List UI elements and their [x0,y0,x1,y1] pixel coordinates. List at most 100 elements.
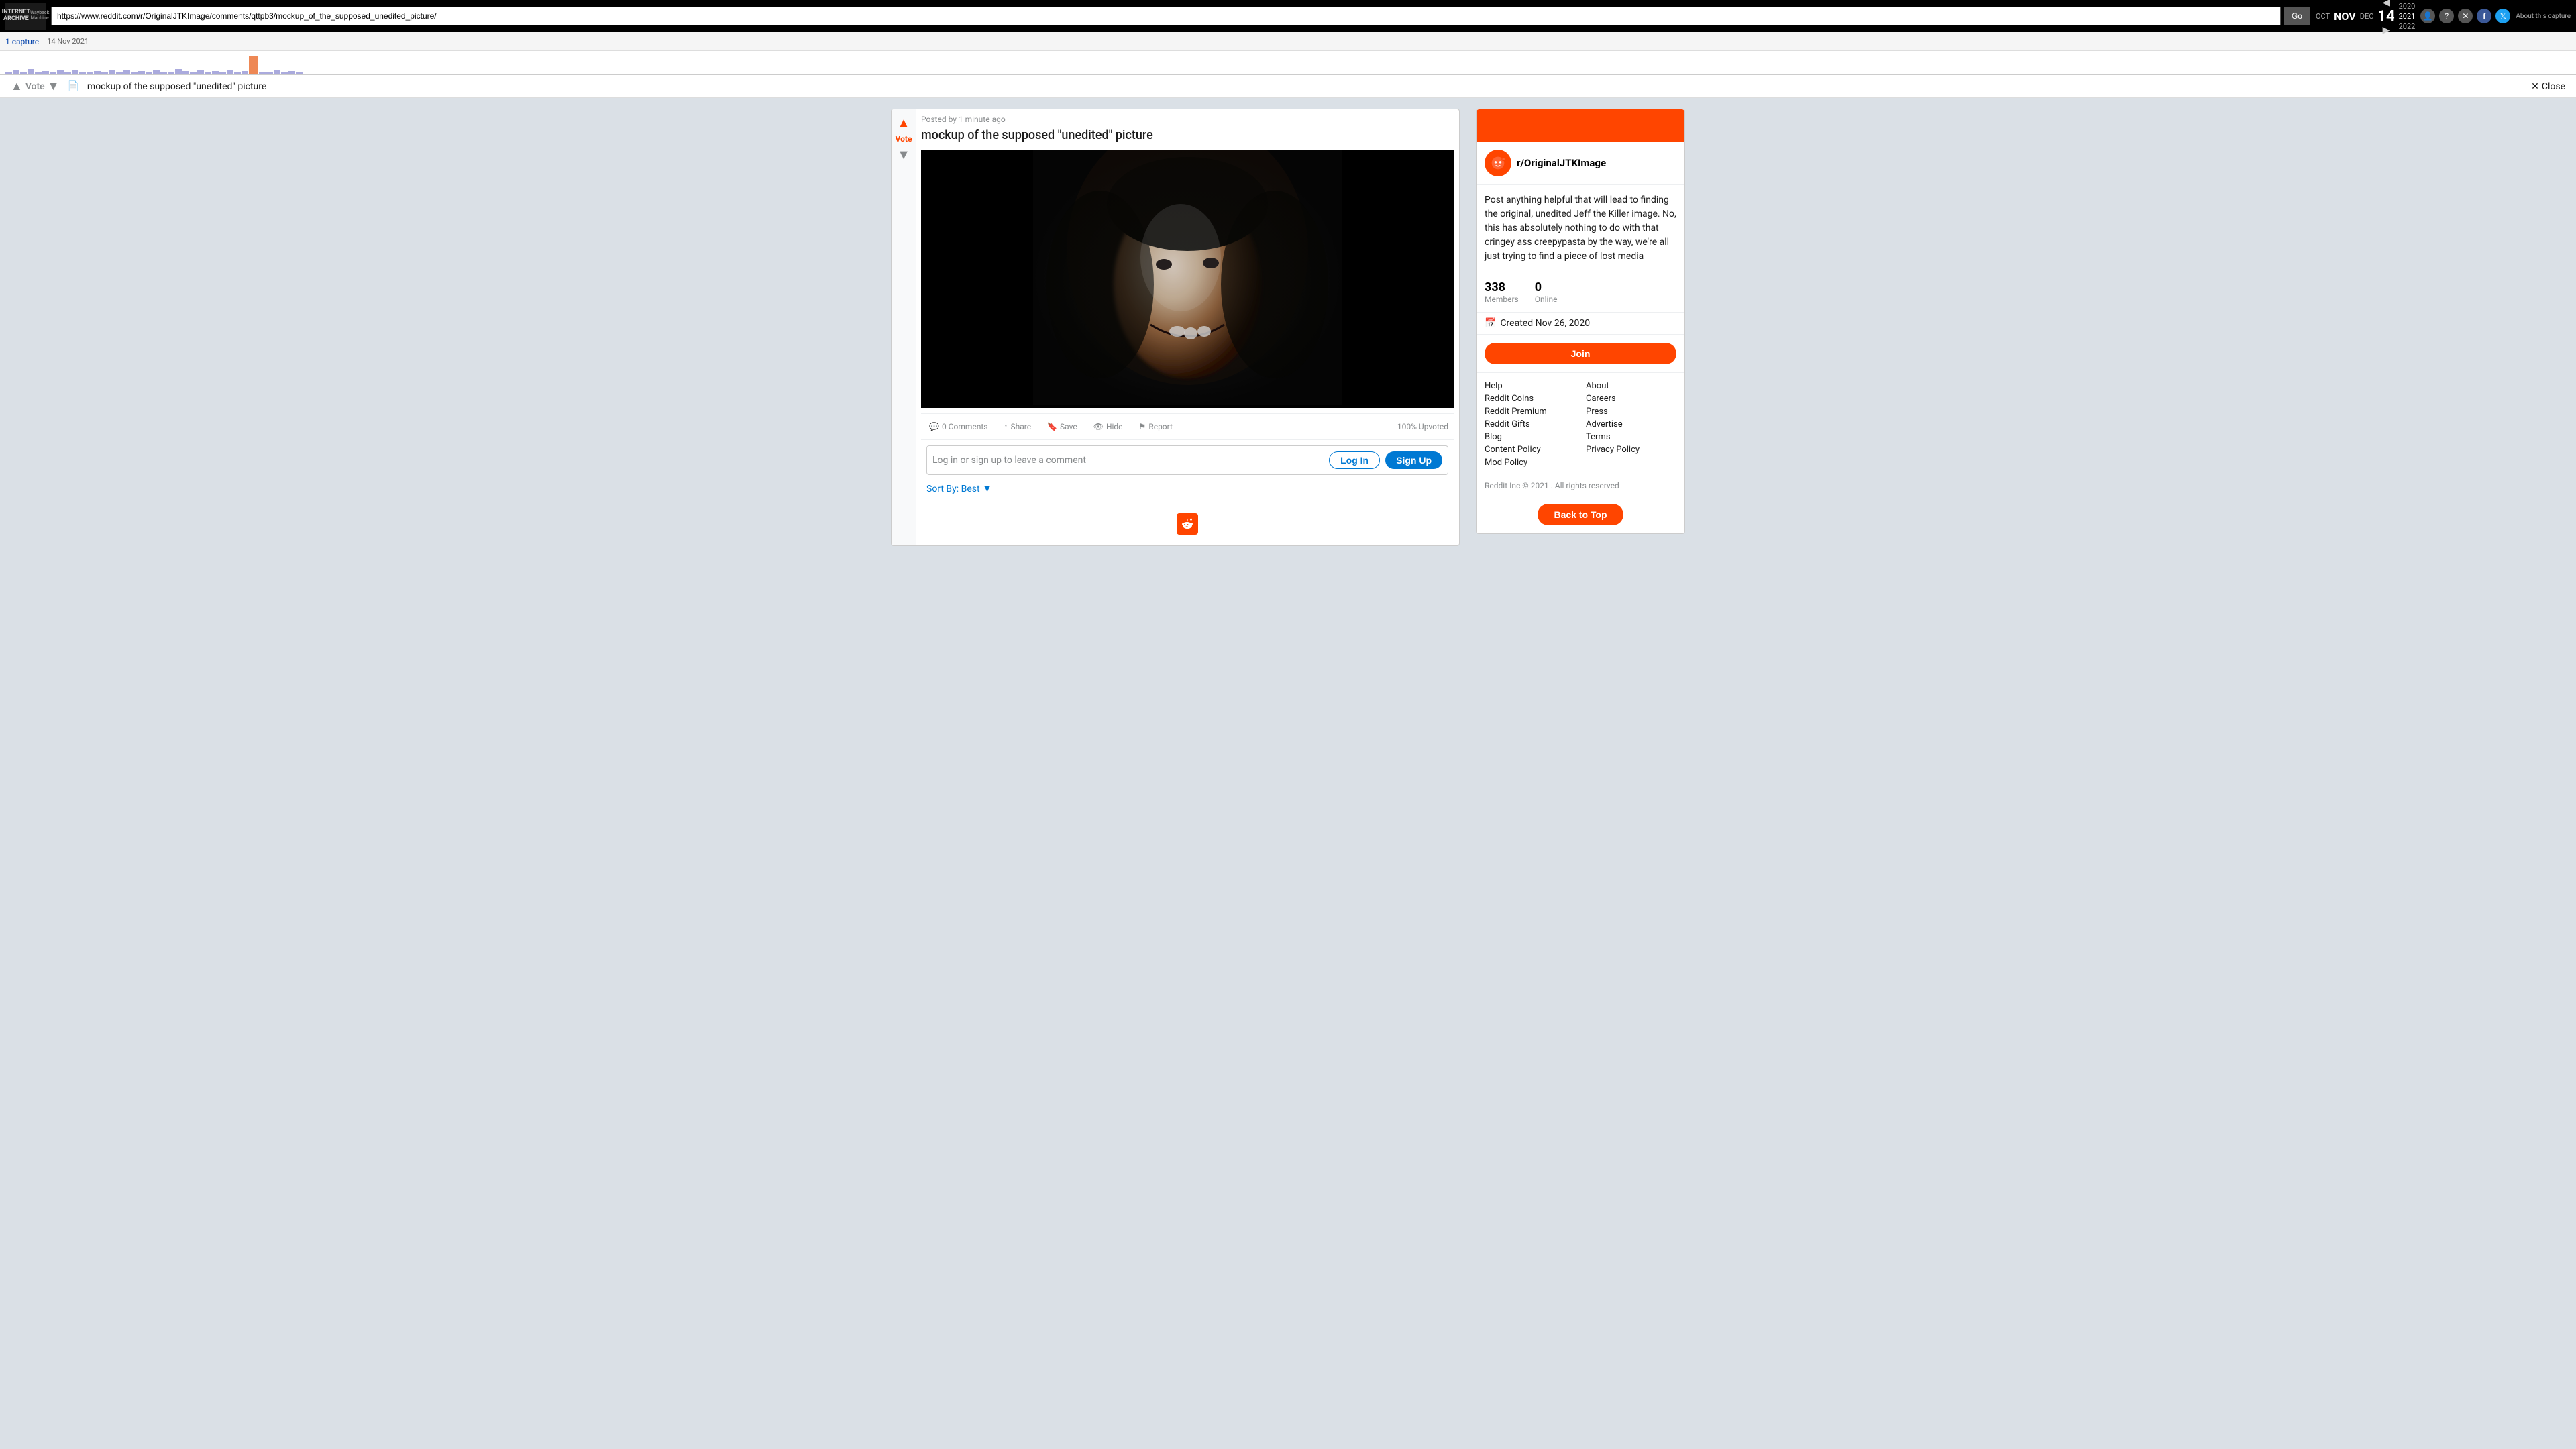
back-to-top-button[interactable]: Back to Top [1538,504,1623,525]
cal-nov[interactable]: NOV [2334,10,2356,23]
wayback-bar: INTERNETARCHIVEWayback Machine Go OCT NO… [0,0,2576,32]
community-name: r/OriginalJTKImage [1517,157,1606,169]
comment-prompt-bar: Log in or sign up to leave a comment Log… [926,445,1448,475]
timeline-tick [190,72,197,74]
report-action[interactable]: ⚑ Report [1136,419,1175,434]
community-description: Post anything helpful that will lead to … [1477,185,1684,272]
timeline-tick [138,71,145,74]
post-meta: Posted by 1 minute ago [921,115,1454,124]
post-container: ▲ Vote ▼ Posted by 1 minute ago mockup o… [891,109,1460,546]
capture-date: 14 Nov 2021 [47,37,89,46]
timeline-active-tick [249,56,258,74]
reddit-footer-icon [1177,513,1198,535]
timeline-tick [241,71,248,74]
footer-about-link[interactable]: About [1586,381,1676,391]
footer-reddit-gifts-link[interactable]: Reddit Gifts [1485,419,1575,429]
wayback-facebook-icon[interactable]: f [2477,9,2491,23]
wayback-timeline[interactable] [0,51,2576,75]
wayback-help-icon[interactable]: ? [2439,9,2454,23]
timeline-tick [64,72,71,74]
comments-action[interactable]: 💬 0 Comments [926,419,990,434]
timeline-tick [296,72,303,74]
wayback-url-input[interactable] [51,7,2281,25]
cal-oct[interactable]: OCT [2316,12,2330,21]
post-upvote-button[interactable]: ▲ [897,115,910,131]
timeline-tick [35,72,42,74]
header-post-title: mockup of the supposed "unedited" pictur… [87,81,2523,92]
wayback-go-button[interactable]: Go [2284,7,2310,25]
timeline-tick [13,70,19,74]
cal-year-2022: 2022 [2399,22,2416,31]
timeline-dots [5,54,2571,74]
header-vote-label: Vote [25,81,45,92]
timeline-tick [175,69,182,74]
cal-prev-arrow[interactable]: ◀ [2383,0,2390,8]
footer-press-link[interactable]: Press [1586,407,1676,417]
community-banner [1477,109,1684,142]
reddit-icon-svg [1179,516,1195,532]
post-header-bar: ▲ Vote ▼ 📄 mockup of the supposed "unedi… [0,75,2576,98]
timeline-tick [20,72,27,74]
footer-reddit-premium-link[interactable]: Reddit Premium [1485,407,1575,417]
comment-prompt-text: Log in or sign up to leave a comment [932,455,1086,466]
members-count: 338 [1485,280,1519,294]
signup-button[interactable]: Sign Up [1385,451,1442,469]
timeline-tick [116,72,123,74]
calendar-day: 14 [2377,8,2394,25]
comments-count: 0 Comments [942,422,988,431]
capture-link[interactable]: 1 capture [5,37,39,46]
footer-careers-link[interactable]: Careers [1586,394,1676,404]
sort-bar[interactable]: Sort By: Best ▼ [926,483,1448,494]
footer-blog-link[interactable]: Blog [1485,432,1575,442]
header-upvote-arrow[interactable]: ▲ [11,79,23,93]
timeline-tick [266,72,273,74]
sidebar: r/OriginalJTKImage Post anything helpful… [1476,109,1685,546]
post-downvote-button[interactable]: ▼ [897,146,910,163]
timeline-tick [94,71,101,74]
cal-next-arrow[interactable]: ▶ [2383,25,2390,36]
community-created: 📅 Created Nov 26, 2020 [1477,313,1684,335]
post-image-container[interactable] [921,150,1454,408]
online-count: 0 [1535,280,1558,294]
timeline-tick [153,70,160,74]
timeline-tick [274,70,280,74]
close-button[interactable]: ✕ Close [2531,81,2565,92]
wayback-user-icon[interactable]: 👤 [2420,9,2435,23]
timeline-tick [5,72,12,74]
hide-action[interactable]: 👁 Hide [1091,419,1126,434]
login-button[interactable]: Log In [1329,451,1380,469]
post-actions: 💬 0 Comments ↑ Share 🔖 Save 👁 Hide [921,413,1454,439]
footer-reddit-coins-link[interactable]: Reddit Coins [1485,394,1575,404]
members-stat: 338 Members [1485,280,1519,304]
footer-mod-policy-link[interactable]: Mod Policy [1485,458,1575,468]
community-stats: 338 Members 0 Online [1477,272,1684,313]
wayback-calendar: OCT NOV DEC ◀ 14 ▶ 2020 2021 2022 [2316,0,2415,36]
report-label: Report [1148,422,1173,431]
wayback-twitter-icon[interactable]: 𝕏 [2496,9,2510,23]
wayback-url-bar: Go [51,7,2310,25]
cal-dec[interactable]: DEC [2360,12,2374,21]
close-label: Close [2542,81,2565,92]
wayback-close-icon[interactable]: ✕ [2458,9,2473,23]
online-stat: 0 Online [1535,280,1558,304]
footer-content-policy-link[interactable]: Content Policy [1485,445,1575,455]
timeline-tick [57,70,64,74]
hide-label: Hide [1106,422,1123,431]
header-downvote-arrow[interactable]: ▼ [48,79,60,93]
join-button[interactable]: Join [1485,343,1676,364]
share-action[interactable]: ↑ Share [1001,419,1034,434]
about-capture-label[interactable]: About this capture [2516,13,2571,20]
footer-terms-link[interactable]: Terms [1586,432,1676,442]
online-label: Online [1535,294,1558,304]
calendar-icon: 📅 [1485,318,1496,329]
footer-privacy-policy-link[interactable]: Privacy Policy [1586,445,1676,455]
post-image-svg [1033,150,1342,405]
save-action[interactable]: 🔖 Save [1044,419,1080,434]
timeline-tick [168,72,174,74]
sort-label: Sort By: Best [926,484,980,494]
internet-archive-logo: INTERNETARCHIVEWayback Machine [5,3,46,30]
wayback-logo[interactable]: INTERNETARCHIVEWayback Machine [5,3,46,30]
footer-help-link[interactable]: Help [1485,381,1575,391]
footer-advertise-link[interactable]: Advertise [1586,419,1676,429]
comment-icon: 💬 [929,422,939,431]
